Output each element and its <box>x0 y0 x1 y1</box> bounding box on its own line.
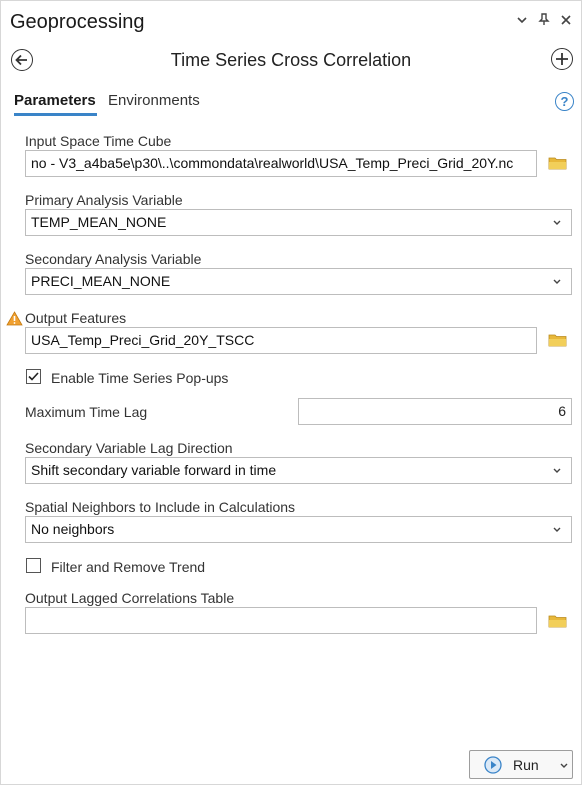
chevron-down-icon[interactable] <box>558 756 570 774</box>
output-features-browse-button[interactable] <box>548 333 567 352</box>
close-icon[interactable] <box>560 13 572 29</box>
secondary-var-value: PRECI_MEAN_NONE <box>31 273 171 289</box>
neighbors-label: Spatial Neighbors to Include in Calculat… <box>25 499 296 515</box>
chevron-down-icon <box>553 527 561 532</box>
lag-direction-label: Secondary Variable Lag Direction <box>25 440 233 456</box>
secondary-var-select[interactable]: PRECI_MEAN_NONE <box>25 268 572 295</box>
output-features-field[interactable]: USA_Temp_Preci_Grid_20Y_TSCC <box>25 327 537 354</box>
lag-table-field[interactable] <box>25 607 537 634</box>
pane-border <box>0 0 582 785</box>
folder-icon <box>548 157 567 170</box>
run-button[interactable]: Run <box>469 750 573 779</box>
input-cube-value: no - V3_a4ba5e\p30\..\commondata\realwor… <box>31 155 514 171</box>
primary-var-value: TEMP_MEAN_NONE <box>31 214 167 230</box>
neighbors-value: No neighbors <box>31 521 115 537</box>
chevron-down-icon <box>553 468 561 473</box>
chevron-down-icon <box>553 279 561 284</box>
add-button[interactable] <box>551 48 573 70</box>
active-tab-indicator <box>14 113 97 116</box>
secondary-var-label: Secondary Analysis Variable <box>25 251 202 267</box>
warning-icon <box>6 311 23 326</box>
output-features-label: Output Features <box>25 310 127 326</box>
chevron-down-icon[interactable] <box>516 13 528 29</box>
input-cube-browse-button[interactable] <box>548 156 567 175</box>
chevron-down-icon <box>553 220 561 225</box>
popups-checkbox[interactable] <box>26 369 41 384</box>
lag-direction-select[interactable]: Shift secondary variable forward in time <box>25 457 572 484</box>
tab-parameters[interactable]: Parameters <box>14 92 96 109</box>
plus-icon <box>556 53 568 65</box>
folder-icon <box>548 334 567 347</box>
pane-title: Geoprocessing <box>10 11 145 33</box>
run-label: Run <box>513 757 539 773</box>
checkmark-icon <box>28 372 39 381</box>
output-features-value: USA_Temp_Preci_Grid_20Y_TSCC <box>31 332 255 348</box>
trend-label[interactable]: Filter and Remove Trend <box>51 559 205 575</box>
max-lag-label: Maximum Time Lag <box>25 404 148 420</box>
play-icon <box>484 756 502 774</box>
primary-var-label: Primary Analysis Variable <box>25 192 183 208</box>
input-cube-field[interactable]: no - V3_a4ba5e\p30\..\commondata\realwor… <box>25 150 537 177</box>
folder-icon <box>548 615 567 628</box>
pin-icon[interactable] <box>538 13 550 29</box>
lag-direction-value: Shift secondary variable forward in time <box>31 462 277 478</box>
max-lag-input[interactable]: 6 <box>298 398 572 425</box>
neighbors-select[interactable]: No neighbors <box>25 516 572 543</box>
tab-environments[interactable]: Environments <box>108 92 200 109</box>
tool-title: Time Series Cross Correlation <box>170 50 412 70</box>
help-icon[interactable]: ? <box>555 92 574 111</box>
primary-var-select[interactable]: TEMP_MEAN_NONE <box>25 209 572 236</box>
lag-table-label: Output Lagged Correlations Table <box>25 590 235 606</box>
trend-checkbox[interactable] <box>26 558 41 573</box>
popups-label[interactable]: Enable Time Series Pop-ups <box>51 370 228 386</box>
input-cube-label: Input Space Time Cube <box>25 133 172 149</box>
lag-table-browse-button[interactable] <box>548 614 567 633</box>
